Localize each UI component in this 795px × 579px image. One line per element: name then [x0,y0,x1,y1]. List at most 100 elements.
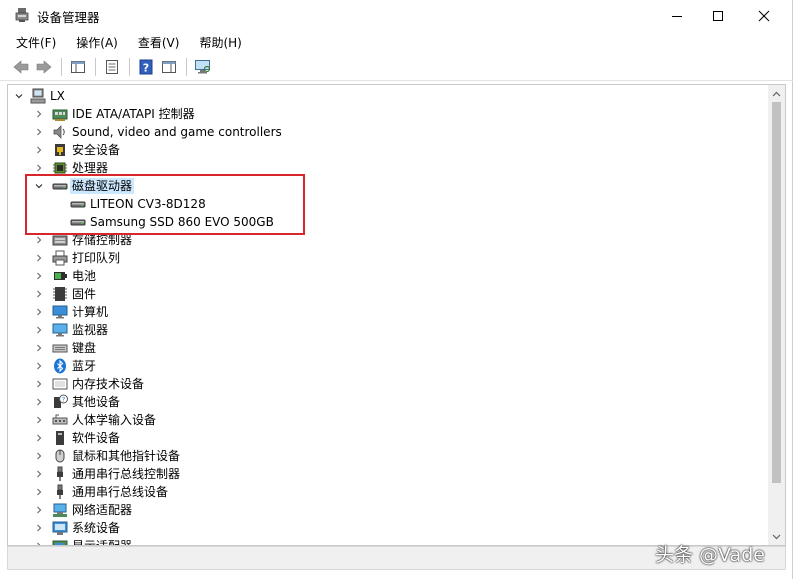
tree-item-label: 软件设备 [72,431,121,445]
keyboard-icon [52,344,68,353]
expand-toggle[interactable] [34,361,44,371]
tree-item-category[interactable]: 计算机 [8,303,768,321]
speaker-icon [52,124,68,140]
firmware-icon [52,286,68,302]
tree-item-label: 人体学输入设备 [72,413,157,427]
unknown-device-icon: ? [52,394,68,410]
tree-item-category[interactable]: 键盘 [8,339,768,357]
expand-toggle[interactable] [34,505,44,515]
tree-item-category[interactable]: 蓝牙 [8,357,768,375]
tree-item-label: 安全设备 [72,143,121,157]
chevron-right-icon [37,236,42,244]
hid-icon [52,412,68,428]
collapse-toggle[interactable] [14,91,24,101]
back-button[interactable] [10,56,32,78]
menu-bar: 文件(F) 操作(A) 查看(V) 帮助(H) [0,31,793,53]
expand-toggle[interactable] [34,469,44,479]
forward-button[interactable] [33,56,55,78]
chevron-right-icon [37,128,42,136]
unknown-device-icon: ? [54,394,68,408]
svg-text:?: ? [62,396,65,404]
tree-item-label: 通用串行总线控制器 [72,467,181,481]
tree-item-label: Sound, video and game controllers [72,125,282,139]
computer-icon [52,305,68,319]
expand-toggle[interactable] [34,145,44,155]
expand-toggle[interactable] [34,127,44,137]
back-arrow-icon [13,59,29,74]
title-bar[interactable]: 设备管理器 [0,0,793,31]
expand-toggle[interactable] [34,397,44,407]
expand-toggle[interactable] [34,109,44,119]
maximize-icon [713,10,723,21]
close-button[interactable] [741,0,787,31]
console-tree-button[interactable] [67,56,89,78]
expand-toggle[interactable] [34,235,44,245]
expand-toggle[interactable] [34,433,44,443]
expand-toggle[interactable] [34,289,44,299]
expand-toggle[interactable] [34,253,44,263]
expand-toggle[interactable] [34,271,44,281]
network-adapter-icon [52,502,68,518]
menu-help[interactable]: 帮助(H) [195,32,245,53]
menu-view[interactable]: 查看(V) [134,32,184,53]
scrollbar-thumb[interactable] [772,102,781,483]
highlight-annotation-box [25,174,305,235]
tree-root-computer[interactable]: LX [8,87,768,105]
scroll-down-button[interactable] [768,528,785,545]
tree-item-category[interactable]: 安全设备 [8,141,768,159]
ide-controller-icon [52,106,68,122]
expand-toggle[interactable] [34,325,44,335]
tree-item-category[interactable]: 打印队列 [8,249,768,267]
chevron-right-icon [37,434,42,442]
expand-toggle[interactable] [34,343,44,353]
expand-toggle[interactable] [34,379,44,389]
tree-item-category[interactable]: 人体学输入设备 [8,411,768,429]
tree-item-category[interactable]: Sound, video and game controllers [8,123,768,141]
tree-item-category[interactable]: 固件 [8,285,768,303]
tree-item-category[interactable]: IDE ATA/ATAPI 控制器 [8,105,768,123]
device-tree[interactable]: LX IDE ATA/ATAPI 控制器 Sound, video and game… [7,84,786,546]
vertical-scrollbar[interactable] [768,85,785,545]
chevron-right-icon [37,398,42,406]
minimize-button[interactable] [654,0,700,31]
chevron-right-icon [37,488,42,496]
display-adapter-icon [52,540,68,545]
security-device-icon [52,142,68,158]
chevron-down-icon [772,534,781,539]
scan-hardware-button[interactable] [192,56,214,78]
tree-item-category[interactable]: 通用串行总线设备 [8,483,768,501]
tree-item-category[interactable]: 监视器 [8,321,768,339]
expand-toggle[interactable] [34,487,44,497]
tree-item-category[interactable]: 电池 [8,267,768,285]
tree-item-category[interactable]: 鼠标和其他指针设备 [8,447,768,465]
tree-item-category[interactable]: ? 其他设备 [8,393,768,411]
memory-device-icon [52,378,68,390]
expand-toggle[interactable] [34,523,44,533]
tree-item-label: 系统设备 [72,521,121,535]
toolbar-separator [129,57,130,76]
maximize-button[interactable] [695,0,741,31]
network-adapter-icon [53,503,67,517]
scroll-up-button[interactable] [768,85,785,102]
monitor-icon [52,322,68,338]
menu-action[interactable]: 操作(A) [72,32,122,53]
chevron-right-icon [37,110,42,118]
tree-item-category[interactable]: 系统设备 [8,519,768,537]
expand-toggle[interactable] [34,163,44,173]
tree-item-category[interactable]: 内存技术设备 [8,375,768,393]
tree-item-category[interactable]: 网络适配器 [8,501,768,519]
tree-item-category[interactable]: 通用串行总线控制器 [8,465,768,483]
expand-toggle[interactable] [34,451,44,461]
action-pane-button[interactable] [158,56,180,78]
hid-icon [52,414,68,425]
properties-button[interactable] [101,56,123,78]
tree-item-category[interactable]: 软件设备 [8,429,768,447]
menu-file[interactable]: 文件(F) [12,32,60,53]
chevron-right-icon [37,344,42,352]
help-button[interactable]: ? [135,56,157,78]
show-hide-console-tree-icon [71,60,85,73]
tree-item-category[interactable]: 显示适配器 [8,537,768,545]
chevron-right-icon [37,452,42,460]
expand-toggle[interactable] [34,307,44,317]
expand-toggle[interactable] [34,415,44,425]
